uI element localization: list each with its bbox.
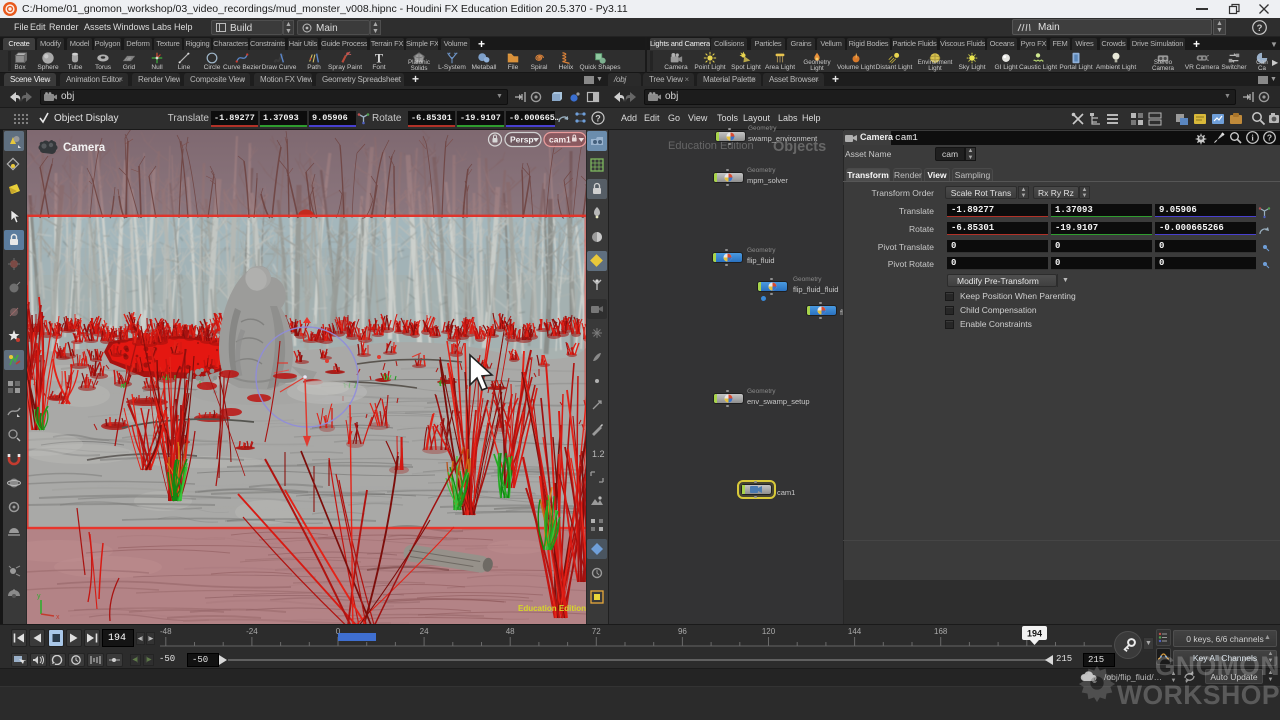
- svg-text:48: 48: [506, 627, 515, 636]
- svg-text:?: ?: [1267, 133, 1272, 143]
- svg-text:Education Edition: Education Edition: [518, 604, 586, 613]
- svg-text:x: x: [56, 614, 60, 621]
- svg-text:96: 96: [678, 627, 687, 636]
- svg-text:?: ?: [595, 113, 601, 123]
- svg-text:y: y: [37, 593, 41, 600]
- svg-text:144: 144: [848, 627, 862, 636]
- svg-text:24: 24: [420, 627, 429, 636]
- svg-text:-24: -24: [246, 627, 258, 636]
- svg-text:T: T: [375, 51, 383, 65]
- svg-text:cam1: cam1: [549, 135, 571, 145]
- svg-text:-48: -48: [160, 627, 172, 636]
- svg-text:168: 168: [934, 627, 948, 636]
- svg-text:Camera: Camera: [63, 142, 106, 154]
- svg-text:i: i: [1251, 133, 1254, 143]
- svg-text:Persp: Persp: [510, 135, 534, 145]
- svg-text:120: 120: [762, 627, 776, 636]
- svg-text:72: 72: [592, 627, 601, 636]
- svg-text:?: ?: [1257, 23, 1263, 34]
- svg-text:194: 194: [1027, 629, 1042, 639]
- svg-text:1.2: 1.2: [592, 449, 605, 459]
